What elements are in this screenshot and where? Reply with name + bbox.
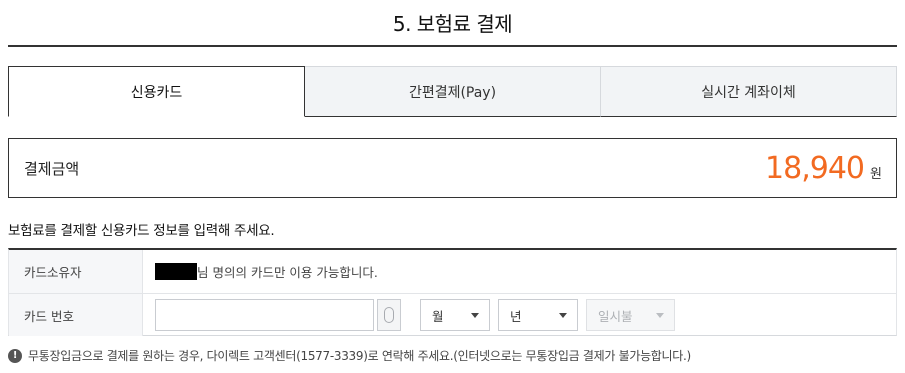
card-owner-row: 카드소유자 님 명의의 카드만 이용 가능합니다. bbox=[9, 250, 896, 293]
keypad-icon bbox=[384, 307, 394, 323]
expiry-year-select[interactable]: 년 bbox=[498, 299, 578, 331]
card-number-cell: 월 년 일시불 bbox=[143, 294, 896, 336]
card-owner-text: 님 명의의 카드만 이용 가능합니다. bbox=[197, 265, 378, 280]
amount-unit: 원 bbox=[870, 166, 882, 182]
card-owner-label: 카드소유자 bbox=[9, 250, 143, 293]
expiry-year-value: 년 bbox=[510, 308, 522, 324]
bank-transfer-notice: ! 무통장입금으로 결제를 원하는 경우, 다이렉트 고객센터(1577-333… bbox=[8, 347, 691, 364]
instruction-text: 보험료를 결제할 신용카드 정보를 입력해 주세요. bbox=[8, 223, 275, 239]
amount-value-group: 18,940 원 bbox=[765, 151, 882, 186]
tab-credit-card[interactable]: 신용카드 bbox=[8, 66, 305, 117]
exclamation-circle-icon: ! bbox=[8, 348, 22, 363]
chevron-down-icon bbox=[471, 312, 479, 318]
expiry-month-value: 월 bbox=[432, 308, 444, 324]
payment-method-tabs: 신용카드 간편결제(Pay) 실시간 계좌이체 bbox=[8, 66, 897, 117]
card-info-table: 카드소유자 님 명의의 카드만 이용 가능합니다. 카드 번호 월 년 일시불 bbox=[8, 248, 897, 336]
card-number-input[interactable] bbox=[155, 299, 374, 331]
amount-label: 결제금액 bbox=[24, 159, 80, 178]
card-owner-cell: 님 명의의 카드만 이용 가능합니다. bbox=[143, 250, 896, 293]
secure-keypad-button[interactable] bbox=[377, 299, 401, 331]
installment-select: 일시불 bbox=[586, 299, 675, 331]
amount-value: 18,940 bbox=[765, 150, 865, 186]
title-divider bbox=[8, 45, 897, 47]
tab-easy-pay[interactable]: 간편결제(Pay) bbox=[305, 66, 601, 117]
chevron-down-icon bbox=[656, 312, 664, 318]
section-title: 5. 보험료 결제 bbox=[392, 12, 513, 36]
redacted-name bbox=[155, 263, 197, 280]
card-number-label: 카드 번호 bbox=[9, 294, 143, 336]
tab-realtime-transfer[interactable]: 실시간 계좌이체 bbox=[601, 66, 897, 117]
notice-text: 무통장입금으로 결제를 원하는 경우, 다이렉트 고객센터(1577-3339)… bbox=[28, 349, 691, 363]
card-number-row: 카드 번호 월 년 일시불 bbox=[9, 293, 896, 336]
expiry-month-select[interactable]: 월 bbox=[420, 299, 490, 331]
installment-value: 일시불 bbox=[598, 308, 633, 324]
chevron-down-icon bbox=[559, 312, 567, 318]
payment-amount-box: 결제금액 18,940 원 bbox=[8, 138, 897, 198]
